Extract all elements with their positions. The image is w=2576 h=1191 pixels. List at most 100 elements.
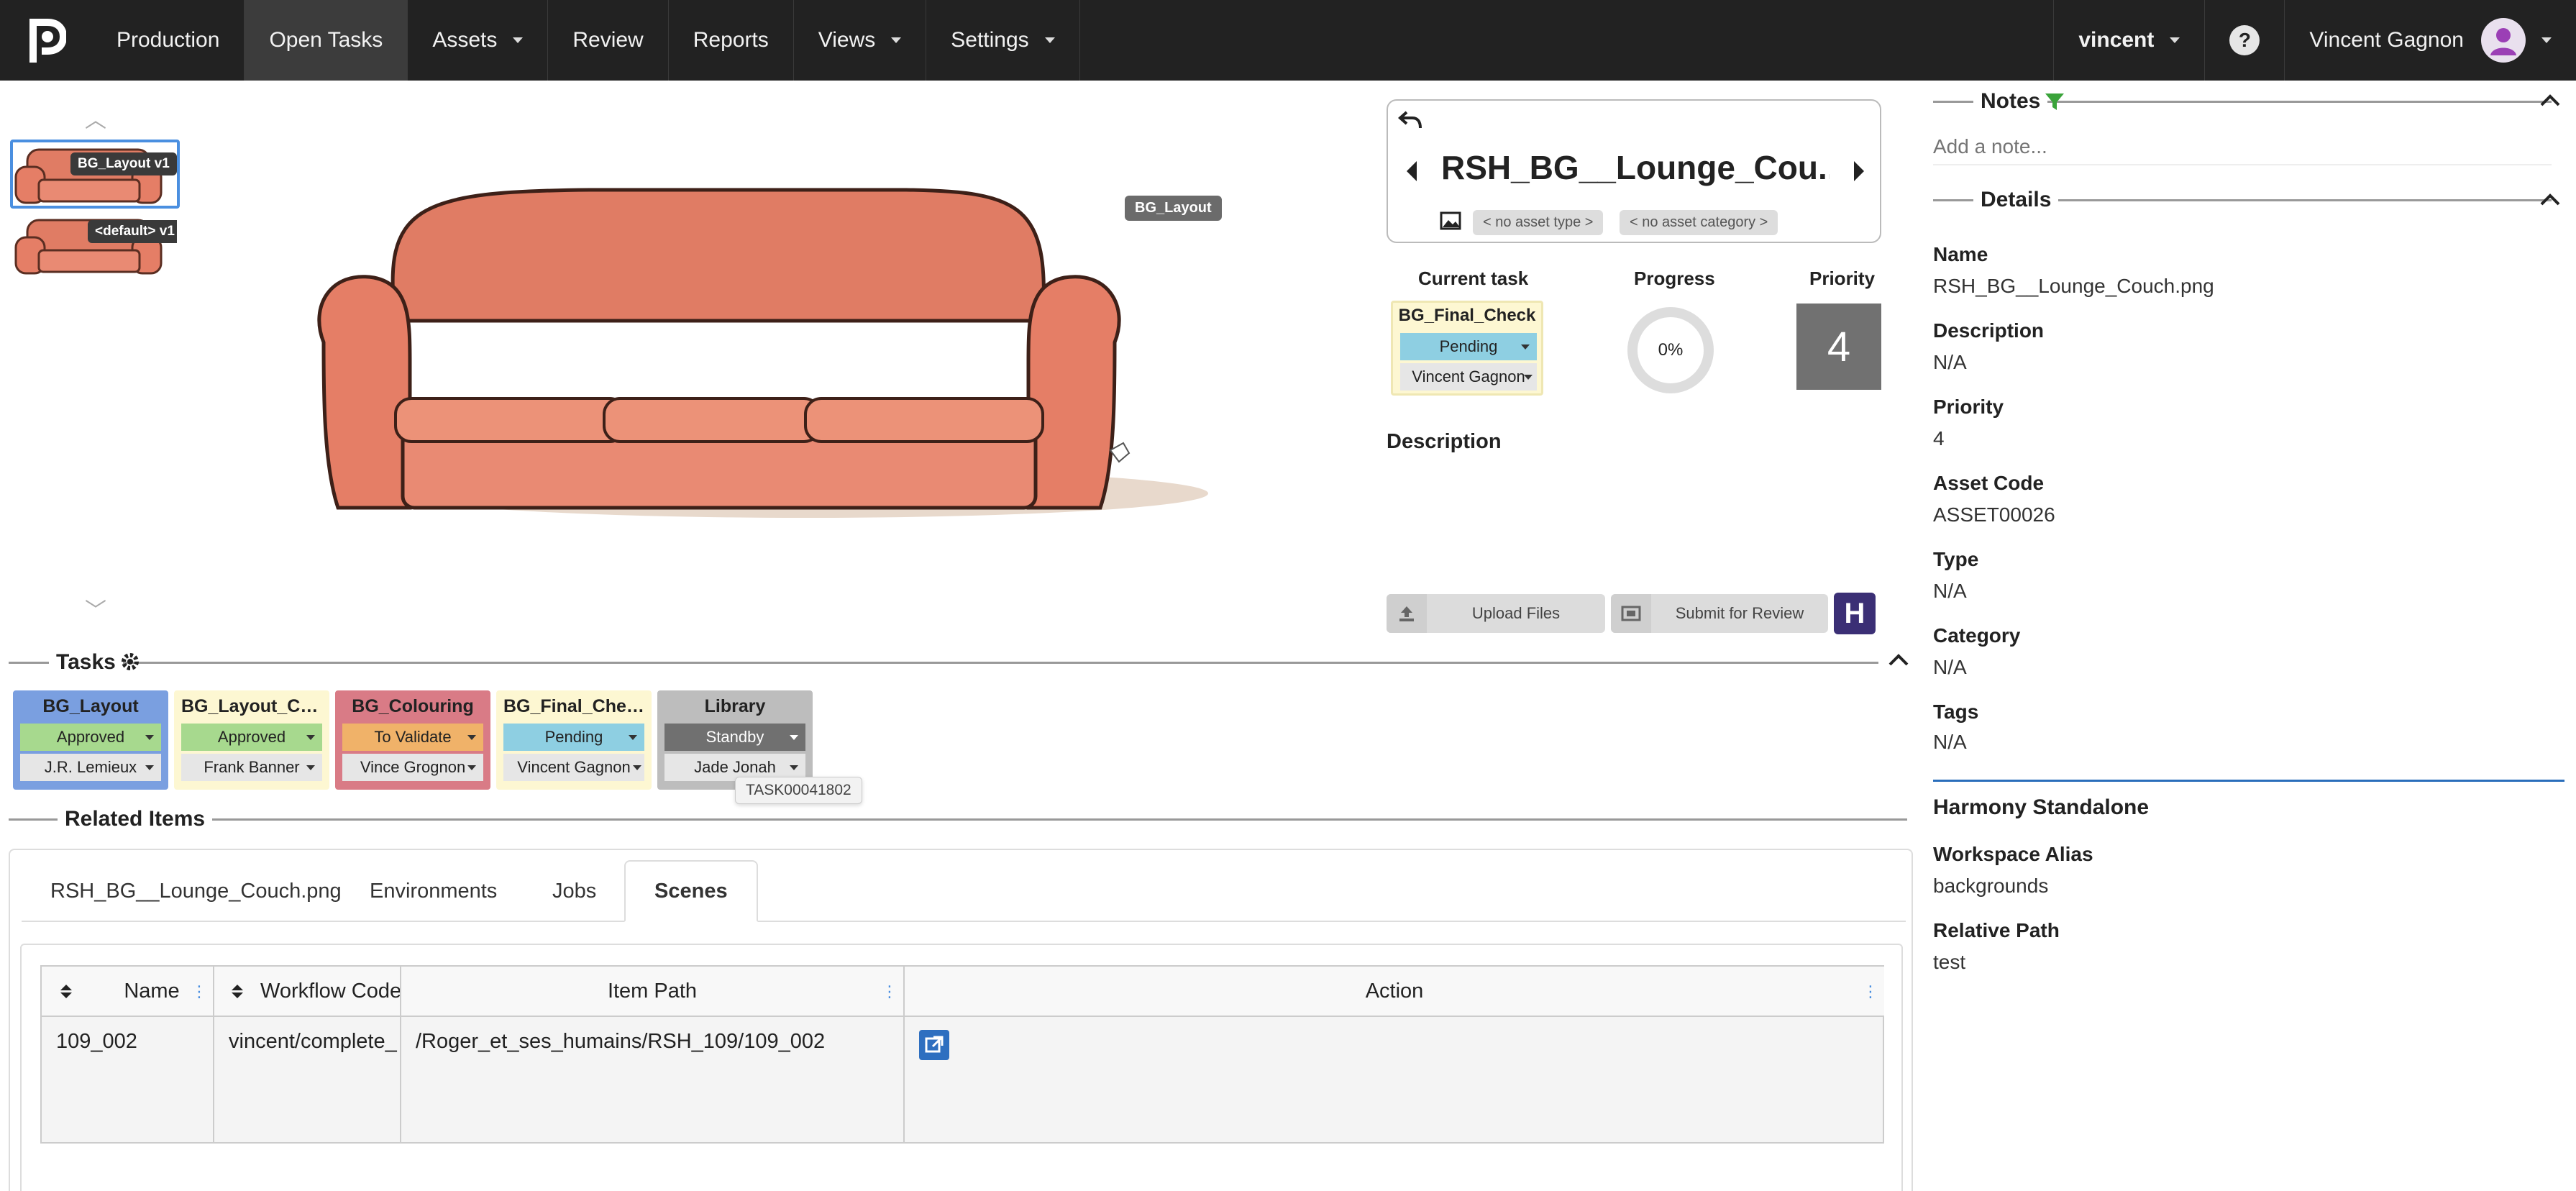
avatar [2481, 18, 2526, 63]
asset-category-chip[interactable]: < no asset category > [1620, 210, 1778, 235]
nav-assets[interactable]: Assets [408, 0, 549, 81]
task-assignee-dropdown[interactable]: J.R. Lemieux [20, 754, 161, 781]
nav-settings[interactable]: Settings [926, 0, 1080, 81]
detail-asset-code-label: Asset Code [1933, 472, 2045, 494]
chevron-down-icon [629, 735, 637, 740]
tasks-section-title: Tasks [49, 650, 123, 675]
task-status-dropdown[interactable]: Approved [181, 724, 322, 751]
help-button[interactable]: ? [2204, 0, 2284, 81]
tab-environments[interactable]: Environments [341, 860, 526, 922]
nav-right-group: vincent ? Vincent Gagnon [2053, 0, 2576, 81]
chevron-down-icon [306, 765, 315, 770]
detail-type-value: N/A [1933, 580, 1967, 602]
nav-production[interactable]: Production [92, 0, 245, 81]
submit-for-review-button[interactable]: Submit for Review [1611, 594, 1828, 633]
task-card-library[interactable]: Library Standby Jade Jonah [657, 690, 813, 790]
detail-category-value: N/A [1933, 656, 1967, 678]
thumbnail-bg-layout[interactable]: BG_Layout v1 [10, 140, 180, 209]
column-header-name[interactable]: Name ⋮ [42, 967, 214, 1017]
chevron-down-icon [891, 37, 902, 43]
thumbnail-default[interactable]: <default> v1 [10, 210, 180, 279]
collapse-tasks-icon[interactable] [1887, 652, 1910, 669]
chevron-down-icon [467, 735, 476, 740]
add-note-input[interactable] [1933, 129, 2552, 165]
task-assignee-dropdown[interactable]: Frank Banner [181, 754, 322, 781]
workspace-alias-label: Workspace Alias [1933, 843, 2093, 865]
nav-review[interactable]: Review [548, 0, 669, 81]
current-task-status-dropdown[interactable]: Pending [1400, 333, 1537, 360]
user-menu[interactable]: Vincent Gagnon [2284, 0, 2576, 81]
detail-asset-code-value: ASSET00026 [1933, 503, 2055, 526]
project-user-menu[interactable]: vincent [2053, 0, 2204, 81]
column-menu-icon[interactable]: ⋮ [882, 984, 898, 1000]
app-logo-icon[interactable] [0, 0, 92, 81]
tab-jobs[interactable]: Jobs [524, 860, 625, 922]
sort-icon[interactable] [59, 984, 73, 998]
current-task-card[interactable]: BG_Final_Check Pending Vincent Gagnon [1391, 301, 1543, 396]
open-external-icon[interactable] [919, 1030, 949, 1060]
task-card-bg-layout[interactable]: BG_Layout Approved J.R. Lemieux [13, 690, 168, 790]
asset-type-chip[interactable]: < no asset type > [1473, 210, 1604, 235]
asset-preview-image[interactable] [302, 177, 1230, 529]
tasks-section-divider [9, 662, 1878, 664]
tab-asset-file[interactable]: RSH_BG__Lounge_Couch.png [22, 860, 370, 922]
detail-priority-value: 4 [1933, 427, 1945, 450]
column-menu-icon[interactable]: ⋮ [191, 984, 207, 1000]
collapse-details-icon[interactable] [2539, 191, 2562, 209]
task-card-bg-layout-check[interactable]: BG_Layout_Ch... Approved Frank Banner [174, 690, 329, 790]
thumbnail-scroll-down-icon[interactable]: ﹀ [85, 593, 106, 624]
task-status-dropdown[interactable]: Pending [503, 724, 644, 751]
filter-icon[interactable] [2044, 91, 2065, 112]
image-icon [1440, 211, 1461, 230]
task-status-dropdown[interactable]: Approved [20, 724, 161, 751]
detail-priority-label: Priority [1933, 396, 2004, 418]
undo-icon[interactable] [1398, 109, 1422, 131]
chevron-down-icon [513, 37, 524, 43]
harmony-launch-button[interactable]: H [1834, 593, 1876, 634]
nav-views[interactable]: Views [794, 0, 927, 81]
nav-reports[interactable]: Reports [669, 0, 794, 81]
task-assignee-dropdown[interactable]: Vincent Gagnon [503, 754, 644, 781]
task-assignee-dropdown[interactable]: Vince Grognon [342, 754, 483, 781]
nav-open-tasks[interactable]: Open Tasks [245, 0, 408, 81]
thumbnail-scroll-up-icon[interactable]: ︿ [85, 102, 106, 134]
asset-header-box: RSH_BG__Lounge_Cou... < no asset type > … [1387, 99, 1881, 243]
sort-icon[interactable] [232, 984, 243, 998]
cell-item-path[interactable]: /Roger_et_ses_humains/RSH_109/109_002 [401, 1017, 905, 1144]
detail-description-label: Description [1933, 319, 2045, 342]
workspace-alias-value: backgrounds [1933, 875, 2049, 897]
next-asset-icon[interactable] [1851, 160, 1867, 183]
column-header-workflow-code[interactable]: Workflow Code [214, 967, 401, 1017]
cell-workflow-code[interactable]: vincent/complete_ [214, 1017, 401, 1144]
previous-asset-icon[interactable] [1404, 160, 1420, 183]
column-menu-icon[interactable]: ⋮ [1863, 984, 1878, 1000]
priority-label: Priority [1809, 268, 1876, 289]
film-icon [1611, 594, 1651, 633]
collapse-notes-icon[interactable] [2539, 92, 2562, 109]
chevron-down-icon [467, 765, 476, 770]
chevron-down-icon [1044, 37, 1055, 43]
detail-name-value: RSH_BG__Lounge_Couch.png [1933, 275, 2214, 297]
column-header-item-path[interactable]: Item Path ⋮ [401, 967, 905, 1017]
tab-scenes[interactable]: Scenes [624, 860, 758, 922]
task-card-bg-colouring[interactable]: BG_Colouring To Validate Vince Grognon [335, 690, 490, 790]
task-status-dropdown[interactable]: To Validate [342, 724, 483, 751]
upload-files-button[interactable]: Upload Files [1387, 594, 1605, 633]
current-task-assignee-dropdown[interactable]: Vincent Gagnon [1400, 363, 1537, 391]
priority-badge[interactable]: 4 [1796, 304, 1881, 390]
details-title: Details [1973, 188, 2059, 212]
chevron-down-icon [790, 735, 798, 740]
detail-category-label: Category [1933, 624, 2021, 647]
description-heading: Description [1387, 430, 1502, 453]
task-card-bg-final-check[interactable]: BG_Final_Check Pending Vincent Gagnon [496, 690, 652, 790]
cell-name[interactable]: 109_002 [42, 1017, 214, 1144]
column-header-action[interactable]: Action ⋮ [905, 967, 1884, 1017]
chevron-down-icon [1524, 375, 1533, 380]
harmony-divider [1933, 780, 2564, 782]
chevron-down-icon [790, 765, 798, 770]
gear-icon[interactable] [119, 651, 141, 672]
relative-path-label: Relative Path [1933, 919, 2060, 941]
task-status-dropdown[interactable]: Standby [664, 724, 805, 751]
preview-version-tag: BG_Layout [1125, 196, 1222, 221]
scenes-table: Name ⋮ Workflow Code Item Path ⋮ Action … [40, 965, 1884, 1144]
